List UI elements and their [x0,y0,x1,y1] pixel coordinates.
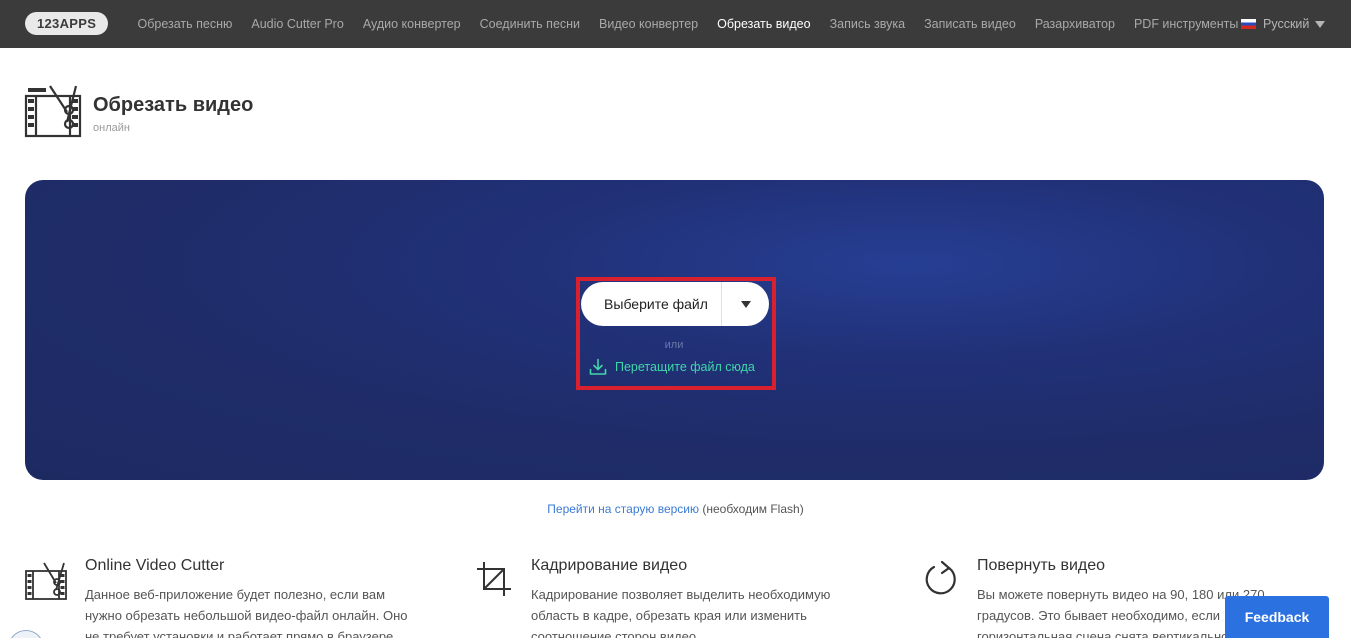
drag-drop-label: Перетащите файл сюда [615,360,755,374]
nav-item-record-video[interactable]: Записать видео [924,17,1016,31]
language-label: Русский [1263,17,1310,31]
logo-123apps[interactable]: 123APPS [25,12,109,35]
download-icon [589,358,607,375]
feature-text-line: соотношение сторон видео. [531,629,700,638]
source-dropdown-toggle[interactable] [722,282,769,326]
rotate-icon [925,560,956,595]
feature-title-rotate: Повернуть видео [977,557,1106,574]
feature-title-video-cutter: Online Video Cutter [85,557,225,574]
nav-item-cut-video[interactable]: Обрезать видео [717,17,810,31]
feature-text-crop: Кадрирование позволяет выделить необходи… [531,584,891,638]
page-title: Обрезать видео [93,94,254,116]
top-navigation-bar: 123APPS Обрезать песню Audio Cutter Pro … [0,0,1351,48]
chevron-down-icon [740,300,751,308]
russian-flag-icon [1241,19,1256,29]
nav-item-pdf-tools[interactable]: PDF инструменты [1134,17,1238,31]
feature-text-line: область в кадре, обрезать края или измен… [531,608,807,623]
nav-item-archive-extractor[interactable]: Разархиватор [1035,17,1115,31]
language-selector[interactable]: Русский [1241,0,1326,48]
feature-title-crop: Кадрирование видео [531,557,688,574]
nav-item-join-songs[interactable]: Соединить песни [480,17,580,31]
feature-text-line: не требует установки и работает прямо в … [85,629,397,638]
video-cutter-feature-icon [25,562,67,600]
page-subtitle: онлайн [93,122,130,134]
crop-icon [477,562,511,596]
nav-item-cut-song[interactable]: Обрезать песню [138,17,233,31]
feedback-button[interactable]: Feedback [1225,596,1329,638]
old-version-note: (необходим Flash) [702,502,804,516]
video-cutter-app-icon [24,85,82,138]
feature-text-line: Данное веб-приложение будет полезно, есл… [85,587,386,602]
old-version-link[interactable]: Перейти на старую версию [547,502,699,516]
old-version-line: Перейти на старую версию (необходим Flas… [0,502,1351,516]
choose-file-label[interactable]: Выберите файл [581,296,721,312]
app-nav: Обрезать песню Audio Cutter Pro Аудио ко… [128,0,1248,48]
nav-item-audio-converter[interactable]: Аудио конвертер [363,17,461,31]
or-separator: или [664,339,684,351]
chevron-down-icon [1315,20,1326,28]
nav-item-audio-cutter-pro[interactable]: Audio Cutter Pro [251,17,343,31]
feature-text-video-cutter: Данное веб-приложение будет полезно, есл… [85,584,445,638]
nav-item-record-audio[interactable]: Запись звука [830,17,906,31]
drag-drop-hint[interactable]: Перетащите файл сюда [589,358,755,376]
choose-file-button[interactable]: Выберите файл [581,282,769,326]
chat-bubble[interactable] [8,630,44,638]
feature-text-line: Кадрирование позволяет выделить необходи… [531,587,831,602]
nav-item-video-converter[interactable]: Видео конвертер [599,17,698,31]
feature-text-line: нужно обрезать небольшой видео-файл онла… [85,608,408,623]
